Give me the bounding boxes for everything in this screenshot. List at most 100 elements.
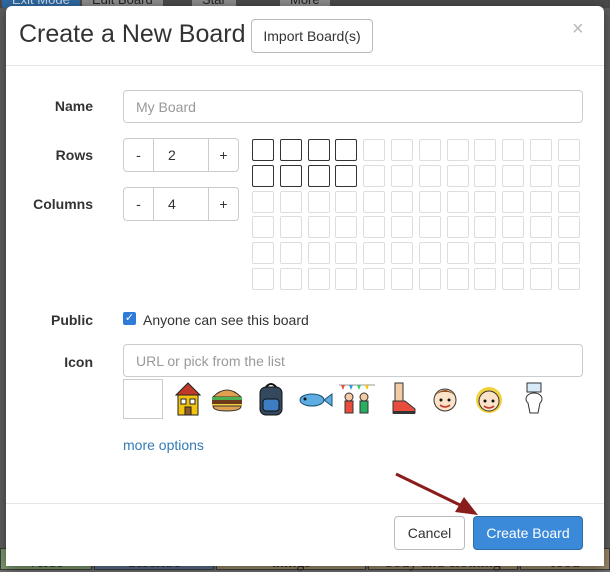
grid-cell[interactable] <box>335 216 358 239</box>
hamburger-icon[interactable] <box>207 379 247 419</box>
grid-cell[interactable] <box>530 242 552 265</box>
grid-cell[interactable] <box>502 216 525 239</box>
public-checkbox-label[interactable]: Anyone can see this board <box>143 312 309 328</box>
blank-icon[interactable] <box>123 379 163 419</box>
create-board-modal: Create a New Board Import Board(s) × Nam… <box>6 6 604 566</box>
grid-cell[interactable] <box>307 190 330 213</box>
grid-cell[interactable] <box>502 268 525 290</box>
fish-icon[interactable] <box>294 379 334 419</box>
grid-cell[interactable] <box>502 190 525 213</box>
grid-cell[interactable] <box>418 242 441 265</box>
grid-cell[interactable] <box>335 190 358 213</box>
grid-cell[interactable] <box>530 190 552 213</box>
grid-cell[interactable] <box>474 164 497 187</box>
toilet-icon[interactable] <box>514 379 554 419</box>
grid-cell[interactable] <box>530 139 552 161</box>
grid-cell[interactable] <box>363 242 386 265</box>
grid-cell[interactable] <box>418 190 441 213</box>
public-checkbox[interactable]: ✓ <box>123 312 136 325</box>
house-icon[interactable] <box>168 379 208 419</box>
columns-value[interactable]: 4 <box>154 187 208 221</box>
grid-cell[interactable] <box>418 216 441 239</box>
grid-cell[interactable] <box>363 139 386 161</box>
grid-cell[interactable] <box>446 190 469 213</box>
grid-cell[interactable] <box>474 216 497 239</box>
grid-cell[interactable] <box>418 139 441 161</box>
rows-label: Rows <box>55 147 93 163</box>
cancel-button[interactable]: Cancel <box>394 516 465 550</box>
sneaker-icon[interactable] <box>381 379 421 419</box>
grid-cell[interactable] <box>391 268 413 290</box>
party-people-icon[interactable] <box>337 379 377 419</box>
grid-cell[interactable] <box>252 216 274 239</box>
grid-cell[interactable] <box>391 139 413 161</box>
girl-face-icon[interactable] <box>469 379 509 419</box>
grid-cell[interactable] <box>335 139 358 161</box>
create-board-button[interactable]: Create Board <box>473 516 583 550</box>
grid-cell[interactable] <box>363 190 386 213</box>
grid-cell[interactable] <box>446 242 469 265</box>
grid-cell[interactable] <box>418 268 441 290</box>
grid-cell[interactable] <box>335 242 358 265</box>
columns-decrement-button[interactable]: - <box>123 187 154 221</box>
grid-cell[interactable] <box>502 164 525 187</box>
grid-cell[interactable] <box>557 268 580 290</box>
grid-cell[interactable] <box>530 216 552 239</box>
grid-cell[interactable] <box>418 164 441 187</box>
grid-cell[interactable] <box>474 190 497 213</box>
columns-increment-button[interactable]: + <box>208 187 239 221</box>
grid-cell[interactable] <box>391 216 413 239</box>
grid-cell[interactable] <box>530 164 552 187</box>
grid-cell[interactable] <box>391 190 413 213</box>
grid-cell[interactable] <box>557 139 580 161</box>
grid-cell[interactable] <box>279 268 302 290</box>
more-options-link[interactable]: more options <box>123 437 204 453</box>
grid-cell[interactable] <box>252 164 274 187</box>
grid-cell[interactable] <box>446 268 469 290</box>
boy-face-icon[interactable] <box>425 379 465 419</box>
grid-cell[interactable] <box>502 242 525 265</box>
grid-cell[interactable] <box>307 216 330 239</box>
grid-cell[interactable] <box>557 164 580 187</box>
grid-cell[interactable] <box>474 242 497 265</box>
close-icon[interactable]: × <box>572 18 584 41</box>
grid-cell[interactable] <box>446 216 469 239</box>
rows-value[interactable]: 2 <box>154 138 208 172</box>
grid-cell[interactable] <box>530 268 552 290</box>
grid-cell[interactable] <box>252 190 274 213</box>
grid-cell[interactable] <box>279 190 302 213</box>
grid-cell[interactable] <box>446 164 469 187</box>
grid-cell[interactable] <box>279 164 302 187</box>
grid-cell[interactable] <box>335 268 358 290</box>
grid-cell[interactable] <box>557 216 580 239</box>
grid-cell[interactable] <box>252 268 274 290</box>
grid-cell[interactable] <box>474 268 497 290</box>
grid-cell[interactable] <box>363 216 386 239</box>
icon-url-input[interactable] <box>123 344 583 377</box>
grid-cell[interactable] <box>252 242 274 265</box>
grid-cell[interactable] <box>391 164 413 187</box>
board-name-input[interactable] <box>123 90 583 123</box>
grid-cell[interactable] <box>363 164 386 187</box>
grid-cell[interactable] <box>391 242 413 265</box>
grid-cell[interactable] <box>307 268 330 290</box>
grid-cell[interactable] <box>363 268 386 290</box>
rows-decrement-button[interactable]: - <box>123 138 154 172</box>
grid-cell[interactable] <box>474 139 497 161</box>
grid-cell[interactable] <box>502 139 525 161</box>
grid-cell[interactable] <box>307 164 330 187</box>
grid-cell[interactable] <box>557 190 580 213</box>
grid-cell[interactable] <box>279 242 302 265</box>
import-boards-button[interactable]: Import Board(s) <box>251 19 373 53</box>
backpack-icon[interactable] <box>251 379 291 419</box>
grid-cell[interactable] <box>557 242 580 265</box>
public-label: Public <box>50 312 93 328</box>
grid-cell[interactable] <box>446 139 469 161</box>
grid-cell[interactable] <box>279 216 302 239</box>
grid-cell[interactable] <box>335 164 358 187</box>
grid-cell[interactable] <box>307 139 330 161</box>
grid-cell[interactable] <box>252 139 274 161</box>
grid-cell[interactable] <box>279 139 302 161</box>
rows-increment-button[interactable]: + <box>208 138 239 172</box>
grid-cell[interactable] <box>307 242 330 265</box>
